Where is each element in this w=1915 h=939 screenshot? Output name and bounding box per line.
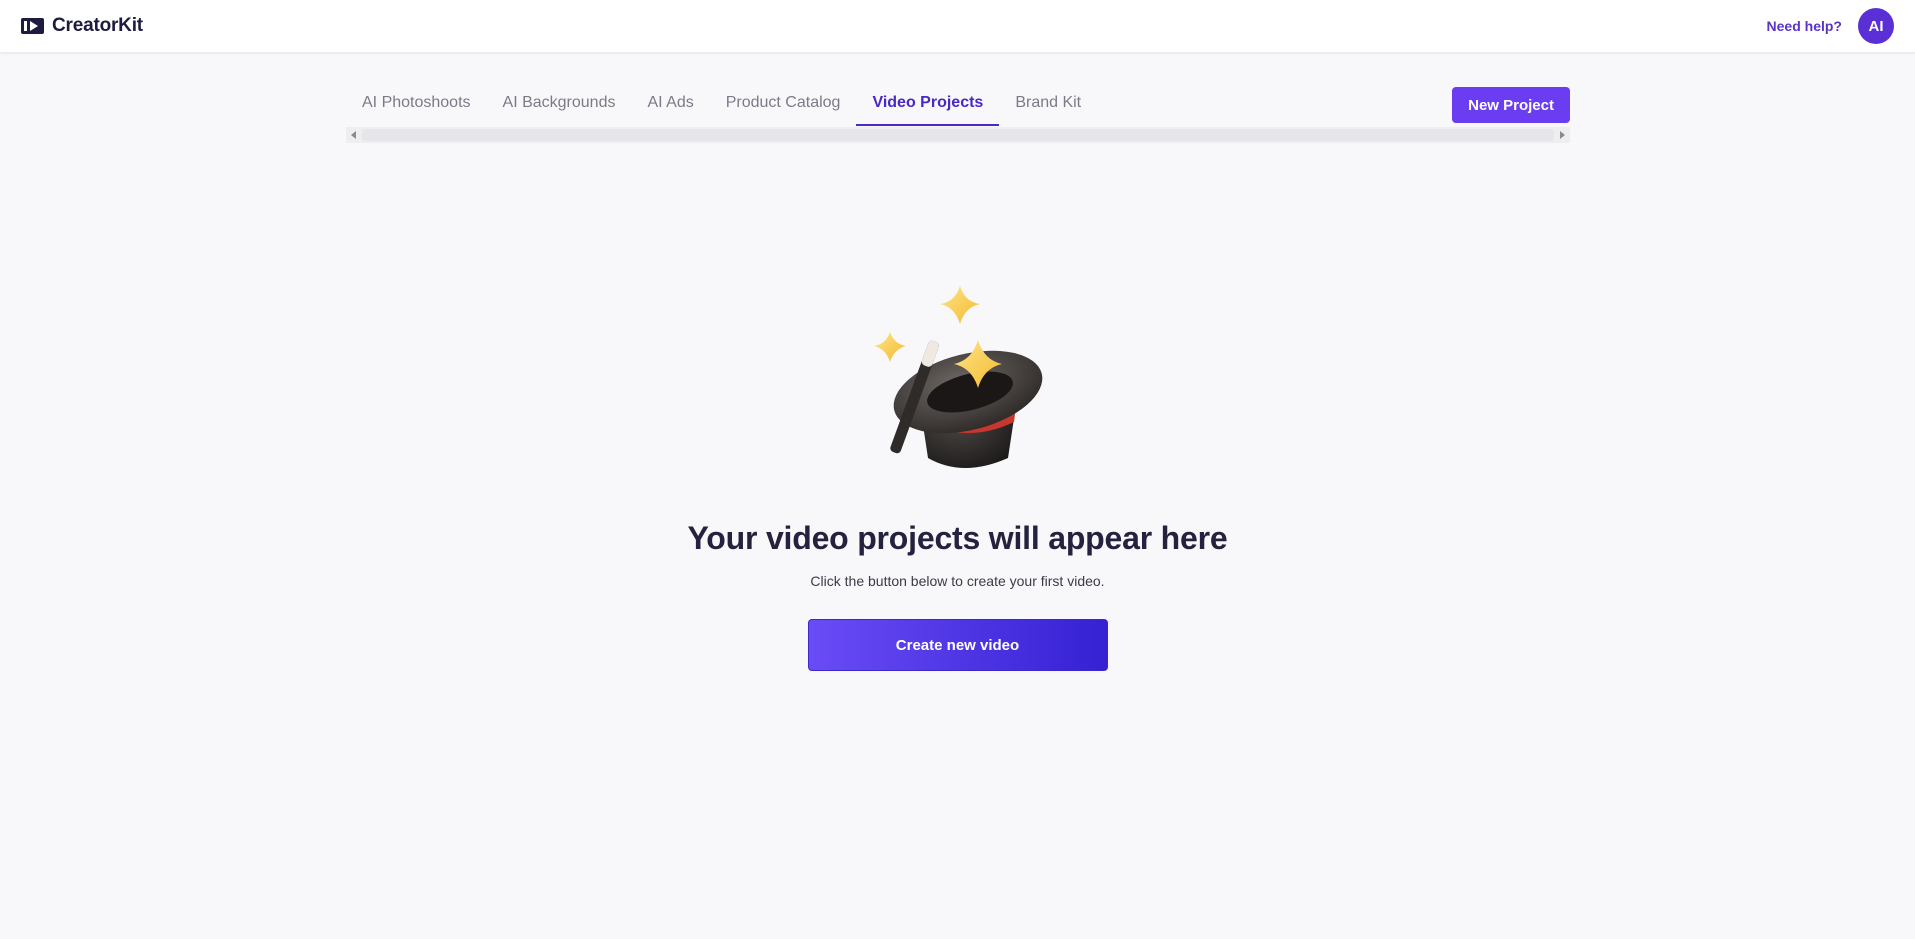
tab-ai-backgrounds[interactable]: AI Backgrounds [503,94,616,126]
top-bar: CreatorKit Need help? AI [0,0,1915,52]
tabs-horizontal-scrollbar[interactable] [346,127,1570,143]
scroll-left-arrow-icon[interactable] [351,131,356,139]
tab-ai-ads[interactable]: AI Ads [647,94,693,126]
magic-hat-wand-sparkles-icon [873,286,1042,468]
create-new-video-button[interactable]: Create new video [807,619,1108,671]
brand[interactable]: CreatorKit [21,15,143,37]
tabs-container: AI Photoshoots AI Backgrounds AI Ads Pro… [346,84,1570,143]
brand-name: CreatorKit [52,15,143,36]
brand-logo-icon [21,18,44,34]
empty-state-title: Your video projects will appear here [687,520,1228,556]
new-project-button[interactable]: New Project [1452,87,1570,123]
tab-bar: AI Photoshoots AI Backgrounds AI Ads Pro… [346,84,1570,126]
tab-video-projects[interactable]: Video Projects [856,94,1000,126]
scrollbar-thumb[interactable] [362,129,1554,141]
tab-product-catalog[interactable]: Product Catalog [726,94,841,126]
empty-state: Your video projects will appear here Cli… [0,280,1915,671]
tab-brand-kit[interactable]: Brand Kit [1015,94,1081,126]
scroll-right-arrow-icon[interactable] [1560,131,1565,139]
help-link[interactable]: Need help? [1767,18,1842,34]
empty-state-subtitle: Click the button below to create your fi… [810,573,1105,589]
top-right-actions: Need help? AI [1767,8,1894,44]
avatar[interactable]: AI [1858,8,1894,44]
tab-ai-photoshoots[interactable]: AI Photoshoots [362,94,471,126]
